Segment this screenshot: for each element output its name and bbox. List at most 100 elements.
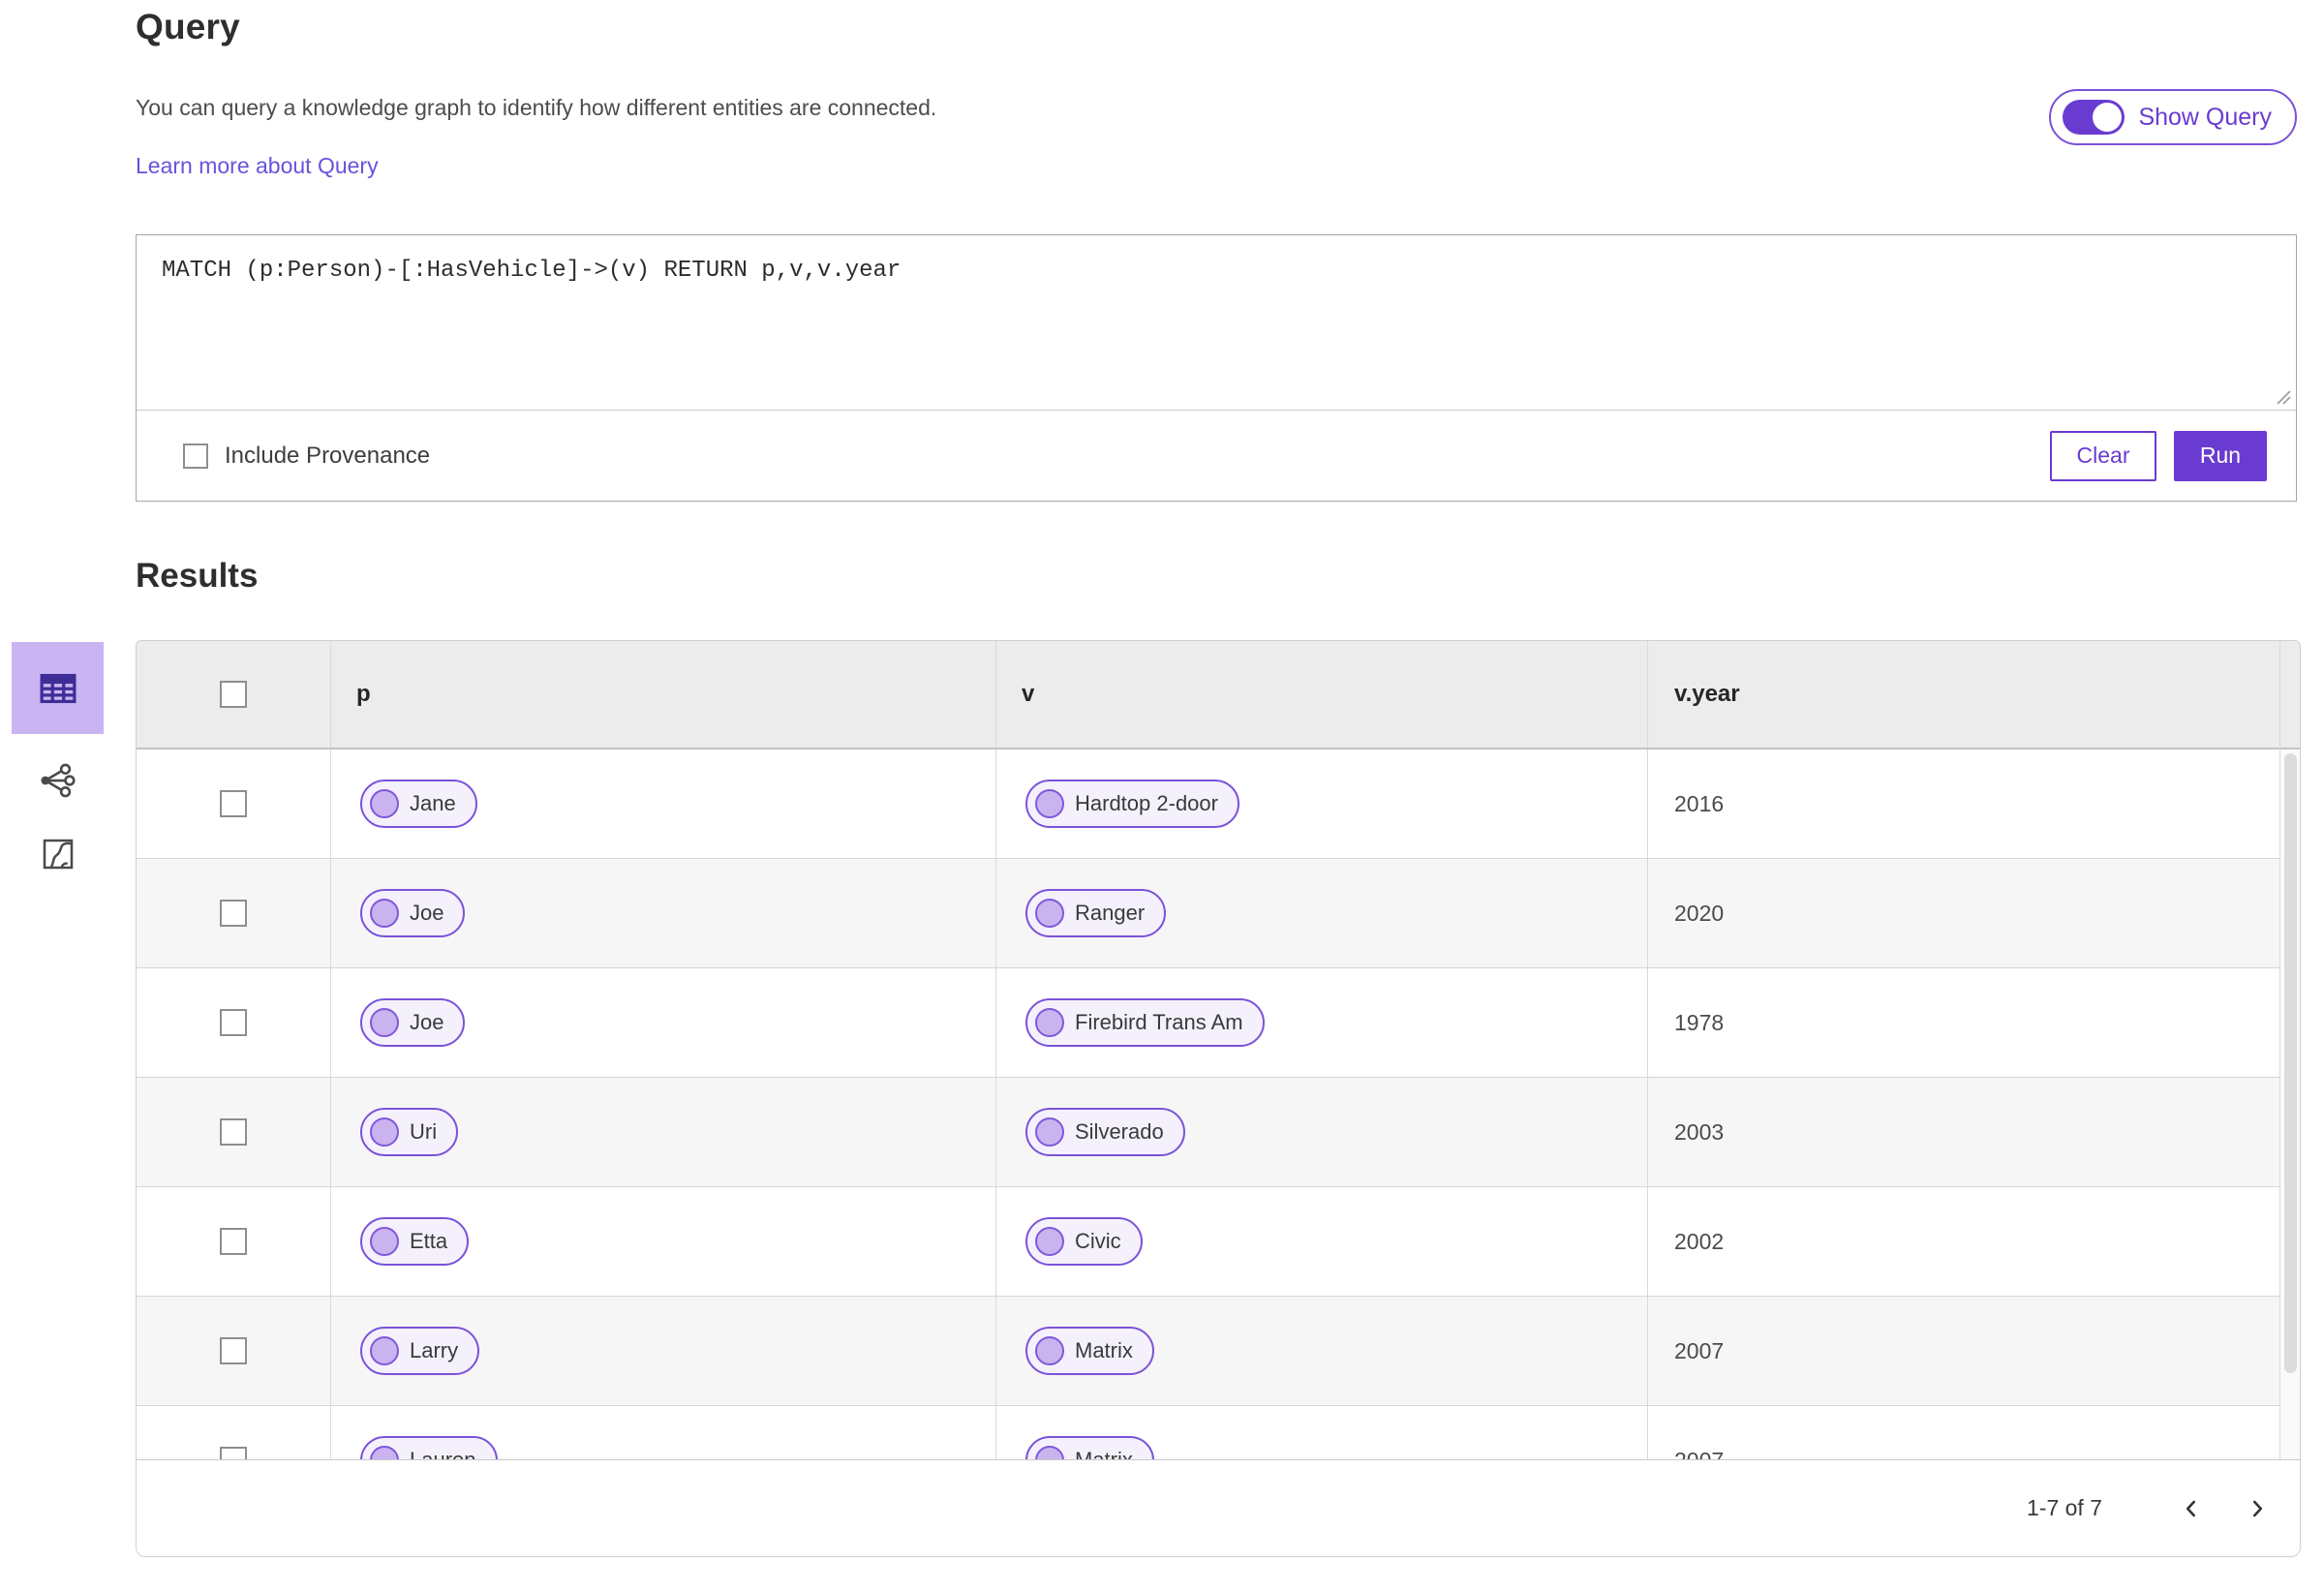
cell-p: Joe — [331, 968, 996, 1077]
person-entity-pill[interactable]: Joe — [360, 889, 466, 937]
cell-v-year: 2007 — [1648, 1406, 2279, 1460]
v-year-value: 2020 — [1674, 900, 1725, 926]
select-all-checkbox[interactable] — [220, 681, 247, 708]
query-actions: Clear Run — [2050, 430, 2267, 481]
cell-v-year: 1978 — [1648, 968, 2279, 1077]
map-view-icon — [43, 839, 73, 870]
v-year-value: 2002 — [1674, 1228, 1725, 1254]
column-header-v-year: v.year — [1674, 681, 1740, 707]
person-entity-pill[interactable]: Uri — [360, 1108, 459, 1156]
column-header-p: p — [331, 641, 996, 748]
person-entity-pill[interactable]: Joe — [360, 998, 466, 1047]
cell-p: Lauren — [331, 1406, 996, 1459]
person-entity-pill[interactable]: Etta — [360, 1217, 470, 1266]
cell-p: Larry — [331, 1297, 996, 1405]
include-provenance-option[interactable]: Include Provenance — [183, 443, 430, 470]
vehicle-entity-pill[interactable]: Ranger — [1025, 889, 1167, 937]
row-checkbox[interactable] — [220, 1337, 247, 1364]
results-heading: Results — [136, 557, 259, 595]
person-entity-pill[interactable]: Jane — [360, 780, 477, 828]
cell-p: Uri — [331, 1078, 996, 1186]
node-circle-icon — [1035, 1336, 1064, 1365]
node-circle-icon — [370, 899, 399, 928]
chevron-right-icon — [2252, 1500, 2263, 1516]
query-panel: MATCH (p:Person)-[:HasVehicle]->(v) RETU… — [136, 234, 2297, 502]
show-query-toggle[interactable]: Show Query — [2049, 89, 2297, 145]
resize-handle-icon[interactable] — [2275, 388, 2292, 406]
cell-v-year: 2020 — [1648, 859, 2279, 967]
main-content: Query You can query a knowledge graph to… — [136, 0, 2301, 1557]
node-circle-icon — [1035, 789, 1064, 818]
page-title: Query — [136, 7, 240, 46]
v-year-value: 2007 — [1674, 1448, 1724, 1460]
cell-v-year: 2003 — [1648, 1078, 2279, 1186]
query-input[interactable]: MATCH (p:Person)-[:HasVehicle]->(v) RETU… — [137, 235, 2296, 410]
row-checkbox-cell — [137, 1406, 331, 1459]
person-entity-pill[interactable]: Larry — [360, 1327, 480, 1375]
cell-v: Civic — [996, 1187, 1648, 1296]
run-button[interactable]: Run — [2174, 430, 2267, 481]
vehicle-entity-pill[interactable]: Civic — [1025, 1217, 1143, 1266]
row-checkbox-cell — [137, 859, 331, 967]
query-description: You can query a knowledge graph to ident… — [136, 95, 937, 120]
node-circle-icon — [370, 789, 399, 818]
scrollbar-header-spacer — [2280, 641, 2300, 750]
row-checkbox[interactable] — [220, 1447, 247, 1459]
toggle-knob — [2093, 103, 2123, 132]
row-checkbox[interactable] — [220, 900, 247, 927]
chevron-left-icon — [2186, 1500, 2196, 1516]
vehicle-entity-pill[interactable]: Matrix — [1025, 1327, 1154, 1375]
pagination-footer: 1-7 of 7 — [137, 1459, 2300, 1556]
table-row: Larry Matrix 2007 — [137, 1297, 2279, 1406]
cell-v: Ranger — [996, 859, 1648, 967]
vertical-scrollbar[interactable] — [2279, 641, 2300, 1459]
row-checkbox[interactable] — [220, 1228, 247, 1255]
v-year-value: 1978 — [1674, 1009, 1725, 1035]
include-provenance-label: Include Provenance — [225, 442, 431, 469]
node-circle-icon — [1035, 1117, 1064, 1147]
cell-p: Jane — [331, 750, 996, 858]
previous-page-button[interactable] — [2172, 1489, 2211, 1528]
cell-v: Hardtop 2-door — [996, 750, 1648, 858]
node-circle-icon — [370, 1117, 399, 1147]
cell-v: Matrix — [996, 1297, 1648, 1405]
map-view-button[interactable] — [12, 827, 104, 881]
scrollbar-thumb[interactable] — [2283, 753, 2297, 1373]
vehicle-entity-pill[interactable]: Silverado — [1025, 1108, 1185, 1156]
person-entity-pill[interactable]: Lauren — [360, 1436, 498, 1459]
row-checkbox-cell — [137, 1187, 331, 1296]
row-checkbox-cell — [137, 1297, 331, 1405]
next-page-button[interactable] — [2238, 1489, 2277, 1528]
row-checkbox[interactable] — [220, 790, 247, 817]
cell-p: Joe — [331, 859, 996, 967]
node-circle-icon — [1035, 1008, 1064, 1037]
v-year-value: 2007 — [1674, 1337, 1725, 1363]
table-row: Etta Civic 2002 — [137, 1187, 2279, 1297]
cell-p: Etta — [331, 1187, 996, 1296]
column-header-v: v — [996, 641, 1648, 748]
v-year-value: 2016 — [1674, 790, 1725, 816]
table-view-button[interactable] — [12, 642, 104, 734]
results-table: p v v.year Jane Hardtop 2-door 2016 Joe … — [137, 641, 2279, 1459]
cell-v: Silverado — [996, 1078, 1648, 1186]
row-checkbox-cell — [137, 750, 331, 858]
vehicle-entity-pill[interactable]: Matrix — [1025, 1436, 1154, 1459]
graph-view-button[interactable] — [12, 753, 104, 808]
table-row: Joe Ranger 2020 — [137, 859, 2279, 968]
vehicle-entity-pill[interactable]: Firebird Trans Am — [1025, 998, 1265, 1047]
table-row: Lauren Matrix 2007 — [137, 1406, 2279, 1459]
vehicle-entity-pill[interactable]: Hardtop 2-door — [1025, 780, 1239, 828]
cell-v: Firebird Trans Am — [996, 968, 1648, 1077]
node-circle-icon — [370, 1336, 399, 1365]
clear-button[interactable]: Clear — [2050, 430, 2156, 481]
pagination-range-label: 1-7 of 7 — [2027, 1495, 2102, 1520]
node-circle-icon — [370, 1008, 399, 1037]
learn-more-link[interactable]: Learn more about Query — [136, 153, 379, 179]
include-provenance-checkbox[interactable] — [183, 443, 208, 469]
row-checkbox[interactable] — [220, 1009, 247, 1036]
node-circle-icon — [370, 1446, 399, 1459]
node-circle-icon — [1035, 1227, 1064, 1256]
row-checkbox[interactable] — [220, 1118, 247, 1146]
query-footer: Include Provenance Clear Run — [137, 410, 2296, 501]
toggle-switch-icon[interactable] — [2063, 100, 2125, 135]
